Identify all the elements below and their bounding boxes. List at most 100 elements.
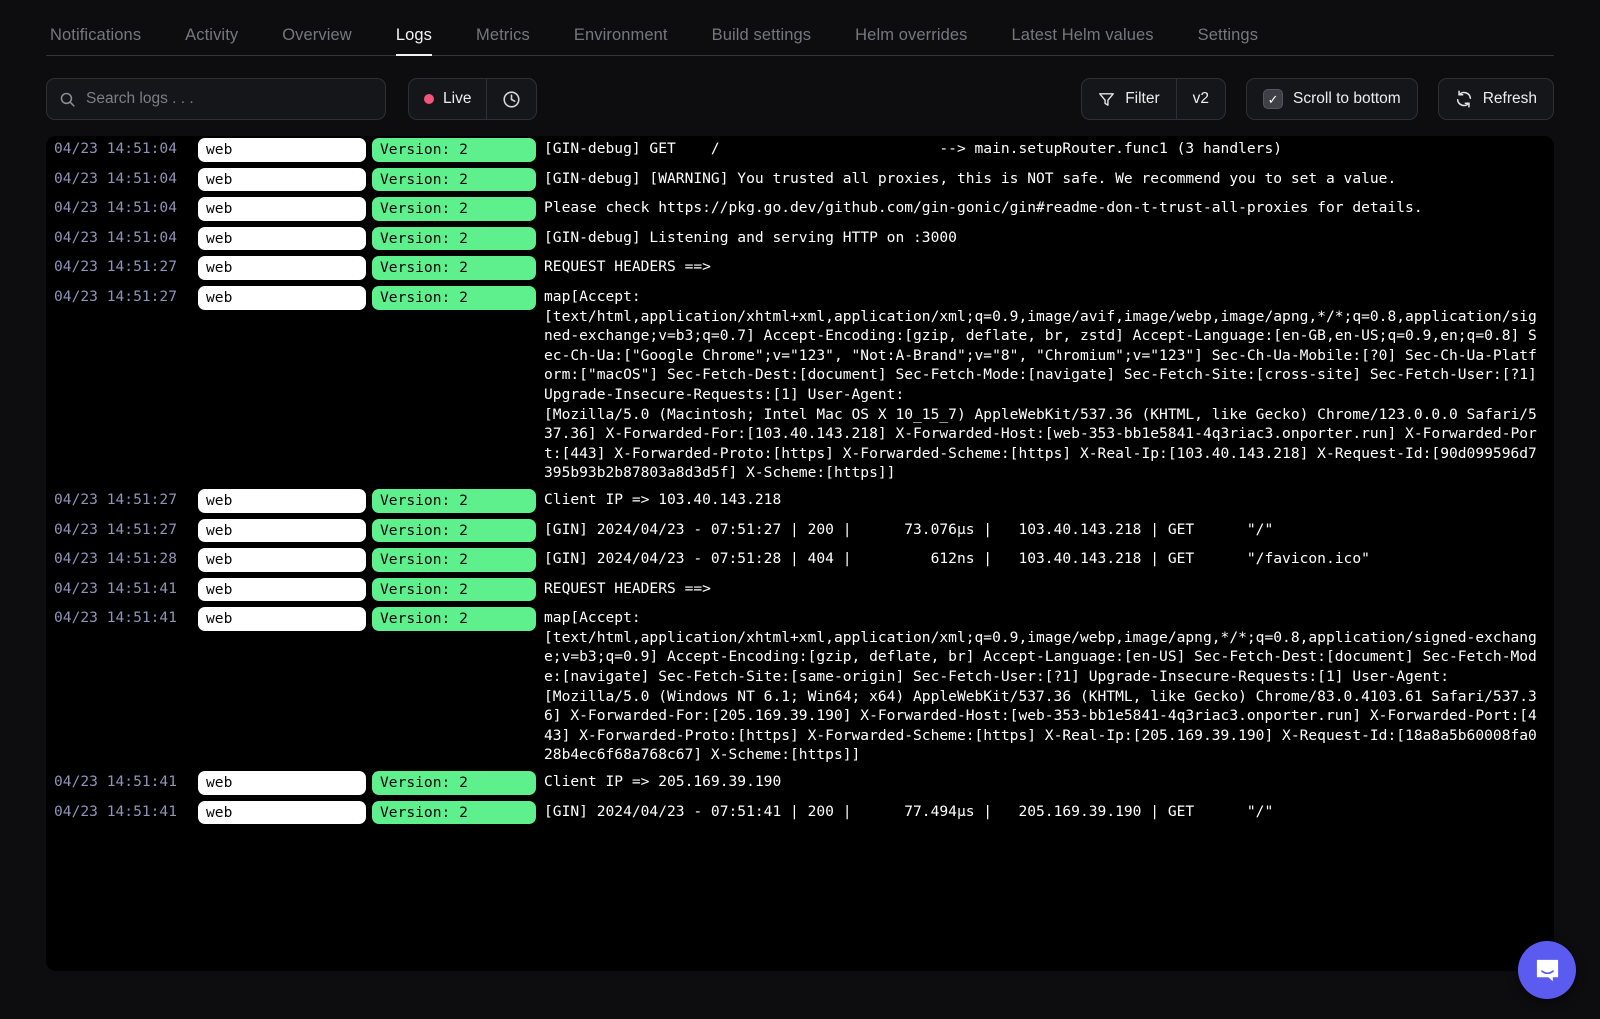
log-version-badge: Version: 2	[372, 771, 536, 795]
filter-label: Filter	[1125, 90, 1159, 108]
scroll-to-bottom-checkbox[interactable]: ✓	[1263, 89, 1283, 109]
chat-bubble-button[interactable]	[1518, 941, 1576, 999]
log-row[interactable]: 04/23 14:51:27webVersion: 2 REQUEST HEADE…	[46, 250, 1548, 280]
log-timestamp: 04/23 14:51:27	[46, 256, 198, 277]
nav-tab-logs[interactable]: Logs	[374, 26, 454, 56]
log-row[interactable]: 04/23 14:51:28webVersion: 2 [GIN] 2024/04…	[46, 542, 1548, 572]
log-timestamp: 04/23 14:51:27	[46, 519, 198, 540]
log-message: [GIN] 2024/04/23 - 07:51:27 | 200 | 73.0…	[544, 519, 1548, 540]
log-message: [GIN-debug] Listening and serving HTTP o…	[544, 227, 1548, 248]
funnel-icon	[1098, 91, 1115, 108]
clock-icon	[502, 90, 521, 109]
nav-tab-settings[interactable]: Settings	[1176, 26, 1280, 56]
nav-tab-activity[interactable]: Activity	[163, 26, 260, 56]
log-row[interactable]: 04/23 14:51:04webVersion: 2 Please check …	[46, 191, 1548, 221]
log-timestamp: 04/23 14:51:04	[46, 227, 198, 248]
log-row[interactable]: 04/23 14:51:41webVersion: 2 Client IP => …	[46, 765, 1548, 795]
checkmark-icon: ✓	[1268, 93, 1279, 106]
log-message: Client IP => 103.40.143.218	[544, 489, 1548, 510]
scroll-to-bottom-label: Scroll to bottom	[1293, 90, 1401, 108]
live-label: Live	[443, 90, 471, 108]
log-list: 04/23 14:51:04webVersion: 2[GIN-debug] G…	[46, 136, 1554, 824]
toolbar-right-group: Filter v2 ✓ Scroll to bottom Refresh	[1081, 78, 1554, 120]
log-timestamp: 04/23 14:51:28	[46, 548, 198, 569]
log-timestamp: 04/23 14:51:04	[46, 197, 198, 218]
log-message: Client IP => 205.169.39.190	[544, 771, 1548, 792]
primary-nav: NotificationsActivityOverviewLogsMetrics…	[0, 0, 1600, 56]
log-version-badge: Version: 2	[372, 801, 536, 825]
log-service-badge: web	[198, 227, 366, 251]
live-mode-group: Live	[408, 78, 537, 120]
log-message: [GIN] 2024/04/23 - 07:51:28 | 404 | 612n…	[544, 548, 1548, 569]
log-version-badge: Version: 2	[372, 256, 536, 280]
log-timestamp: 04/23 14:51:41	[46, 771, 198, 792]
log-service-badge: web	[198, 519, 366, 543]
filter-button[interactable]: Filter	[1082, 79, 1175, 119]
log-message: REQUEST HEADERS ==>	[544, 578, 1548, 599]
log-history-button[interactable]	[486, 79, 536, 119]
log-version-badge: Version: 2	[372, 489, 536, 513]
search-input[interactable]	[86, 90, 373, 108]
log-timestamp: 04/23 14:51:04	[46, 138, 198, 159]
log-message: [GIN-debug] [WARNING] You trusted all pr…	[544, 168, 1548, 189]
filter-group: Filter v2	[1081, 78, 1226, 120]
refresh-label: Refresh	[1483, 90, 1537, 108]
refresh-button[interactable]: Refresh	[1438, 78, 1554, 120]
nav-tab-metrics[interactable]: Metrics	[454, 26, 552, 56]
log-row[interactable]: 04/23 14:51:27webVersion: 2map[Accept: […	[46, 280, 1548, 483]
nav-tab-helm-overrides[interactable]: Helm overrides	[833, 26, 989, 56]
log-timestamp: 04/23 14:51:41	[46, 801, 198, 822]
log-message: [GIN-debug] GET / --> main.setupRouter.f…	[544, 138, 1548, 159]
log-message: map[Accept: [text/html,application/xhtml…	[544, 286, 1548, 483]
log-service-badge: web	[198, 578, 366, 602]
log-version-badge: Version: 2	[372, 227, 536, 251]
log-version-badge: Version: 2	[372, 548, 536, 572]
log-timestamp: 04/23 14:51:04	[46, 168, 198, 189]
log-version-badge: Version: 2	[372, 607, 536, 631]
log-message: [GIN] 2024/04/23 - 07:51:41 | 200 | 77.4…	[544, 801, 1548, 822]
log-row[interactable]: 04/23 14:51:04webVersion: 2 [GIN-debug] L…	[46, 221, 1548, 251]
live-indicator-dot	[424, 94, 434, 104]
log-service-badge: web	[198, 771, 366, 795]
nav-tab-environment[interactable]: Environment	[552, 26, 690, 56]
nav-tab-build-settings[interactable]: Build settings	[690, 26, 834, 56]
log-row[interactable]: 04/23 14:51:41webVersion: 2 REQUEST HEADE…	[46, 572, 1548, 602]
log-console[interactable]: 04/23 14:51:04webVersion: 2[GIN-debug] G…	[46, 136, 1554, 971]
log-version-badge: Version: 2	[372, 138, 536, 162]
log-timestamp: 04/23 14:51:27	[46, 489, 198, 510]
log-message: REQUEST HEADERS ==>	[544, 256, 1548, 277]
scroll-to-bottom-toggle[interactable]: ✓ Scroll to bottom	[1246, 78, 1418, 120]
log-service-badge: web	[198, 256, 366, 280]
log-timestamp: 04/23 14:51:41	[46, 607, 198, 628]
log-version-badge: Version: 2	[372, 578, 536, 602]
log-timestamp: 04/23 14:51:27	[46, 286, 198, 307]
log-service-badge: web	[198, 168, 366, 192]
nav-tab-notifications[interactable]: Notifications	[46, 26, 163, 56]
live-button[interactable]: Live	[409, 79, 486, 119]
log-timestamp: 04/23 14:51:41	[46, 578, 198, 599]
log-service-badge: web	[198, 197, 366, 221]
nav-tab-overview[interactable]: Overview	[260, 26, 374, 56]
filter-version-label: v2	[1193, 90, 1209, 108]
filter-version-badge[interactable]: v2	[1176, 79, 1225, 119]
log-version-badge: Version: 2	[372, 286, 536, 310]
refresh-icon	[1455, 90, 1473, 108]
log-row[interactable]: 04/23 14:51:04webVersion: 2 [GIN-debug] G…	[46, 136, 1548, 162]
log-row[interactable]: 04/23 14:51:27webVersion: 2 [GIN] 2024/04…	[46, 513, 1548, 543]
log-service-badge: web	[198, 138, 366, 162]
log-version-badge: Version: 2	[372, 197, 536, 221]
log-message: map[Accept: [text/html,application/xhtml…	[544, 607, 1548, 765]
log-row[interactable]: 04/23 14:51:27webVersion: 2 Client IP => …	[46, 483, 1548, 513]
search-icon	[59, 91, 76, 108]
chat-bubble-icon	[1534, 957, 1561, 984]
search-logs-box[interactable]	[46, 78, 386, 120]
nav-tab-latest-helm-values[interactable]: Latest Helm values	[990, 26, 1176, 56]
log-service-badge: web	[198, 548, 366, 572]
log-row[interactable]: 04/23 14:51:41webVersion: 2[GIN] 2024/04…	[46, 795, 1548, 825]
log-version-badge: Version: 2	[372, 519, 536, 543]
log-service-badge: web	[198, 489, 366, 513]
log-row[interactable]: 04/23 14:51:04webVersion: 2[GIN-debug] […	[46, 162, 1548, 192]
log-message: Please check https://pkg.go.dev/github.c…	[544, 197, 1548, 218]
log-row[interactable]: 04/23 14:51:41webVersion: 2map[Accept: […	[46, 601, 1548, 765]
logs-toolbar: Live Filter v2	[0, 56, 1600, 136]
